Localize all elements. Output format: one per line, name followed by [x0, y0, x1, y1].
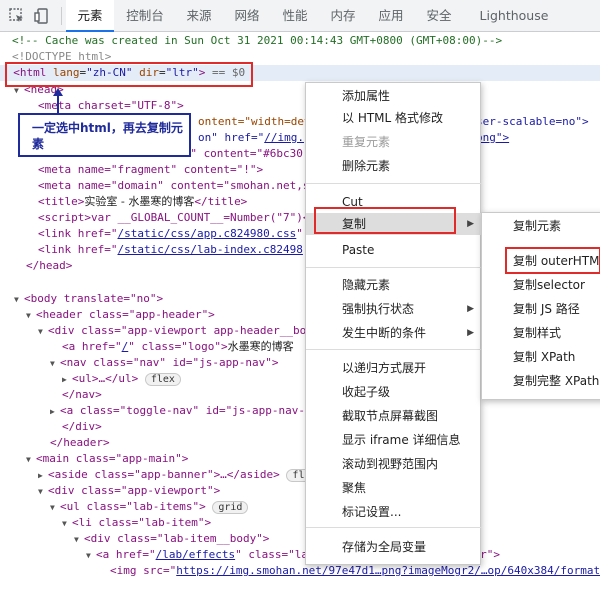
- menu-item-break-on[interactable]: 发生中断的条件 ▶: [306, 322, 482, 344]
- tab-application[interactable]: 应用: [372, 0, 410, 32]
- tab-security[interactable]: 安全: [420, 0, 458, 32]
- dom-node-link-lab-css[interactable]: <link href="/static/css/lab-index.c82498: [38, 242, 303, 258]
- submenu-item-copy-js-path[interactable]: 复制 JS 路径: [482, 298, 600, 320]
- dom-node-lab-item-body[interactable]: ▼ <div class="lab-item__body">: [74, 531, 269, 547]
- dom-node-lab-item[interactable]: ▼ <li class="lab-item">: [62, 515, 211, 531]
- dom-node-body[interactable]: ▼ <body translate="no">: [14, 291, 163, 307]
- dom-node-lab-items[interactable]: ▼ <ul class="lab-items"> grid: [50, 499, 249, 515]
- device-toolbar-icon[interactable]: [33, 7, 51, 25]
- dom-node-header-close[interactable]: </header>: [50, 435, 110, 451]
- submenu-item-copy-selector[interactable]: 复制selector: [482, 274, 600, 296]
- menu-separator: [306, 183, 482, 184]
- submenu-arrow-icon: ▶: [467, 328, 474, 338]
- menu-item-break-on-label: 发生中断的条件: [342, 326, 427, 340]
- dom-node-aside[interactable]: ▶ <aside class="app-banner">…</aside> fle: [38, 467, 317, 483]
- flex-badge[interactable]: flex: [144, 373, 181, 386]
- context-menu: 添加属性 以 HTML 格式修改 重复元素 删除元素 Cut 复制 ▶ Paste…: [305, 82, 482, 565]
- dom-node-main-viewport[interactable]: ▼ <div class="app-viewport">: [38, 483, 220, 499]
- submenu-item-copy-styles[interactable]: 复制样式: [482, 322, 600, 344]
- menu-item-store-as-global[interactable]: 存储为全局变量: [306, 536, 482, 558]
- menu-item-capture-node-screenshot[interactable]: 截取节点屏幕截图: [306, 405, 482, 427]
- menu-item-badge-settings[interactable]: 标记设置...: [306, 501, 482, 523]
- dom-node-main[interactable]: ▼ <main class="app-main">: [26, 451, 188, 467]
- html-node-highlight: [5, 62, 253, 87]
- menu-item-collapse-children[interactable]: 收起子级: [306, 381, 482, 403]
- menu-item-force-state-label: 强制执行状态: [342, 302, 415, 316]
- dom-node-link-app-css[interactable]: <link href="/static/css/app.c824980.css": [38, 226, 303, 242]
- annotation-arrow-icon: [53, 88, 63, 114]
- tab-network[interactable]: 网络: [228, 0, 266, 32]
- menu-item-duplicate-element[interactable]: 重复元素: [306, 131, 482, 153]
- dom-node-div-close[interactable]: </div>: [62, 419, 102, 435]
- dom-node-title[interactable]: <title>实验室 - 水墨寒的博客</title>: [38, 194, 247, 210]
- dom-node-nav[interactable]: ▼ <nav class="nav" id="js-app-nav">: [50, 355, 279, 371]
- dom-node-meta-viewport[interactable]: ontent="width=devi: [198, 114, 317, 130]
- menu-item-delete-element[interactable]: 删除元素: [306, 155, 482, 177]
- copy-menu-highlight: [314, 207, 456, 234]
- copy-submenu: 复制元素 复制 outerHTML 复制selector 复制 JS 路径 复制…: [481, 212, 600, 400]
- menu-separator: [306, 349, 482, 350]
- submenu-arrow-icon: ▶: [467, 219, 474, 229]
- submenu-arrow-icon: ▶: [467, 304, 474, 314]
- submenu-item-copy-xpath[interactable]: 复制 XPath: [482, 346, 600, 368]
- dom-node-meta-domain[interactable]: <meta name="domain" content="smohan.net,…: [38, 178, 310, 194]
- submenu-item-copy-element[interactable]: 复制元素: [482, 215, 600, 237]
- grid-badge[interactable]: grid: [212, 501, 249, 514]
- dom-node-nav-close[interactable]: </nav>: [62, 387, 102, 403]
- menu-item-focus[interactable]: 聚焦: [306, 477, 482, 499]
- submenu-item-copy-full-xpath[interactable]: 复制完整 XPath: [482, 370, 600, 392]
- menu-item-paste[interactable]: Paste: [306, 239, 482, 261]
- devtools-toolbar: 元素 控制台 来源 网络 性能 内存 应用 安全 Lighthouse: [0, 0, 600, 32]
- inspect-element-icon[interactable]: [8, 7, 26, 25]
- dom-node-meta-viewport-end: ser-scalable=no">: [476, 115, 589, 128]
- menu-item-force-state[interactable]: 强制执行状态 ▶: [306, 298, 482, 320]
- dom-comment[interactable]: <!-- Cache was created in Sun Oct 31 202…: [12, 33, 502, 49]
- tab-console[interactable]: 控制台: [119, 0, 171, 32]
- dom-node-header-viewport[interactable]: ▼ <div class="app-viewport app-header__bo: [38, 323, 306, 339]
- annotation-note: 一定选中html，再去复制元素: [18, 113, 191, 157]
- dom-node-logo-link[interactable]: <a href="/" class="logo">水墨寒的博客: [62, 339, 294, 355]
- menu-item-scroll-into-view[interactable]: 滚动到视野范围内: [306, 453, 482, 475]
- dom-node-ul[interactable]: ▶ <ul>…</ul> flex: [62, 371, 181, 387]
- dom-node-script[interactable]: <script>var __GLOBAL_COUNT__=Number("7")…: [38, 210, 310, 226]
- menu-item-edit-as-html[interactable]: 以 HTML 格式修改: [306, 107, 482, 129]
- tab-elements[interactable]: 元素: [66, 0, 114, 32]
- tab-memory[interactable]: 内存: [324, 0, 362, 32]
- dom-node-meta-fragment[interactable]: <meta name="fragment" content="!">: [38, 162, 263, 178]
- menu-item-show-iframe-details[interactable]: 显示 iframe 详细信息: [306, 429, 482, 451]
- dom-node-header[interactable]: ▼ <header class="app-header">: [26, 307, 215, 323]
- menu-item-hide-element[interactable]: 隐藏元素: [306, 274, 482, 296]
- dom-node-head-close[interactable]: </head>: [26, 258, 72, 274]
- tab-performance[interactable]: 性能: [276, 0, 314, 32]
- menu-item-add-attribute[interactable]: 添加属性: [306, 85, 482, 107]
- outerhtml-highlight: [505, 247, 600, 274]
- dom-node-link-icon[interactable]: on" href="//img.: [198, 130, 304, 146]
- toolbar-separator: [61, 7, 62, 25]
- annotation-text: 一定选中html，再去复制元素: [32, 121, 183, 151]
- tab-lighthouse[interactable]: Lighthouse: [473, 0, 555, 32]
- dom-node-img[interactable]: <img src="https://img.smohan.net/97e47d1…: [110, 563, 600, 579]
- tab-sources[interactable]: 来源: [180, 0, 218, 32]
- dom-node-toggle-nav[interactable]: ▶ <a class="toggle-nav" id="js-app-nav-: [50, 403, 305, 419]
- menu-item-expand-recursively[interactable]: 以递归方式展开: [306, 357, 482, 379]
- menu-separator: [306, 527, 482, 528]
- menu-separator: [306, 267, 482, 268]
